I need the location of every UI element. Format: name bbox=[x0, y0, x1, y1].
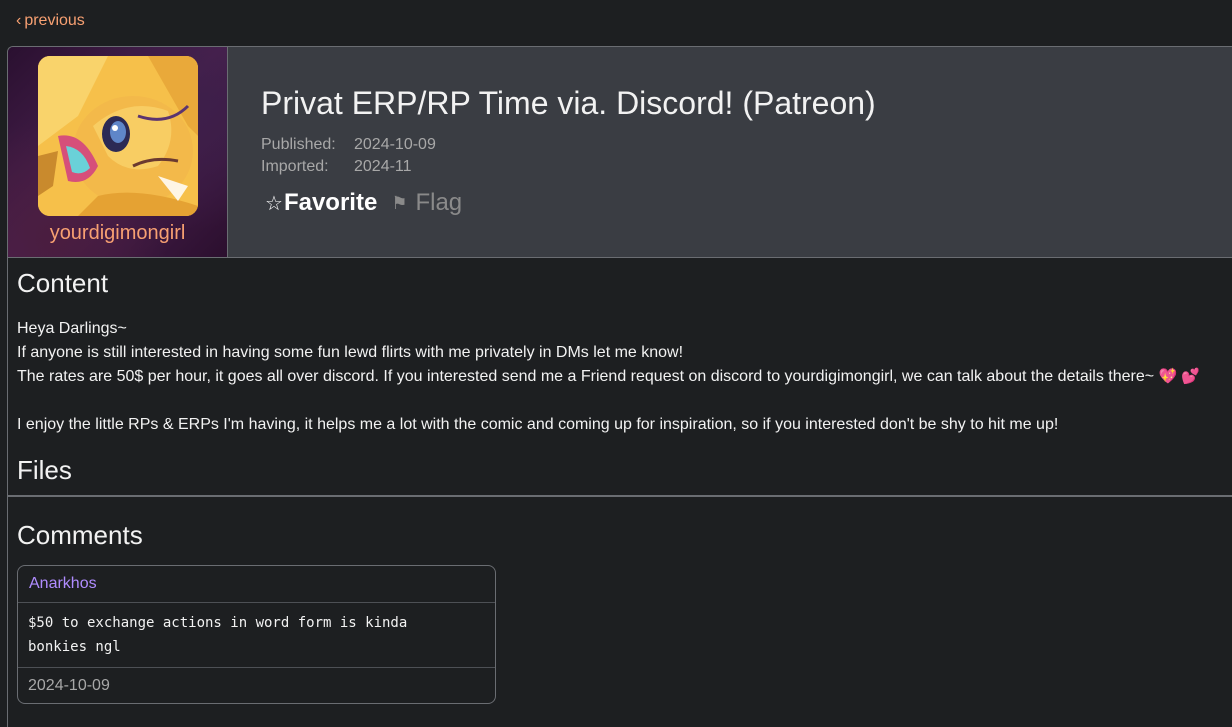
post-title: Privat ERP/RP Time via. Discord! (Patreo… bbox=[261, 85, 876, 121]
published-label: Published: bbox=[261, 136, 336, 153]
flag-label: Flag bbox=[415, 189, 463, 216]
chevron-left-icon: ‹ bbox=[16, 12, 22, 29]
favorite-button[interactable]: ☆ Favorite bbox=[265, 189, 377, 217]
comment-card: Anarkhos $50 to exchange actions in word… bbox=[17, 565, 496, 704]
comment-body: $50 to exchange actions in word form is … bbox=[18, 603, 495, 668]
files-heading: Files bbox=[17, 455, 72, 485]
post-actions: ☆ Favorite ⚑ Flag bbox=[265, 189, 462, 217]
favorite-label: Favorite bbox=[283, 189, 378, 216]
comments-heading: Comments bbox=[17, 520, 143, 550]
content-line: If anyone is still interested in having … bbox=[17, 344, 684, 361]
published-row: Published: 2024-10-09 bbox=[261, 136, 436, 154]
avatar[interactable] bbox=[38, 56, 198, 216]
imported-label: Imported: bbox=[261, 158, 329, 175]
content-line: I enjoy the little RPs & ERPs I'm having… bbox=[17, 416, 1059, 433]
comment-text-line: bonkies ngl bbox=[28, 639, 121, 655]
content-line: The rates are 50$ per hour, it goes all … bbox=[17, 365, 1227, 389]
comment-text-line: $50 to exchange actions in word form is … bbox=[28, 615, 408, 631]
content-line: Heya Darlings~ bbox=[17, 320, 127, 337]
comment-author[interactable]: Anarkhos bbox=[18, 566, 495, 603]
avatar-image bbox=[38, 56, 198, 216]
imported-row: Imported: 2024-11 bbox=[261, 158, 412, 176]
published-value: 2024-10-09 bbox=[354, 136, 436, 153]
imported-value: 2024-11 bbox=[354, 158, 412, 175]
heart-emoji-icon: 💖 💕 bbox=[1158, 368, 1201, 385]
content-heading: Content bbox=[17, 268, 109, 298]
flag-button[interactable]: ⚑ Flag bbox=[391, 189, 462, 217]
username-link[interactable]: yourdigimongirl bbox=[8, 222, 227, 245]
content-text: The rates are 50$ per hour, it goes all … bbox=[17, 368, 1155, 385]
star-outline-icon: ☆ bbox=[265, 192, 283, 215]
post-header: yourdigimongirl Privat ERP/RP Time via. … bbox=[8, 47, 1232, 258]
previous-label: previous bbox=[24, 12, 85, 29]
comment-date: 2024-10-09 bbox=[28, 677, 110, 694]
previous-link[interactable]: ‹ previous bbox=[16, 12, 85, 30]
post-card: yourdigimongirl Privat ERP/RP Time via. … bbox=[7, 46, 1232, 727]
user-panel: yourdigimongirl bbox=[8, 47, 228, 257]
section-divider bbox=[8, 495, 1232, 497]
post-content: Heya Darlings~ If anyone is still intere… bbox=[17, 317, 1227, 437]
flag-icon: ⚑ bbox=[391, 192, 408, 213]
